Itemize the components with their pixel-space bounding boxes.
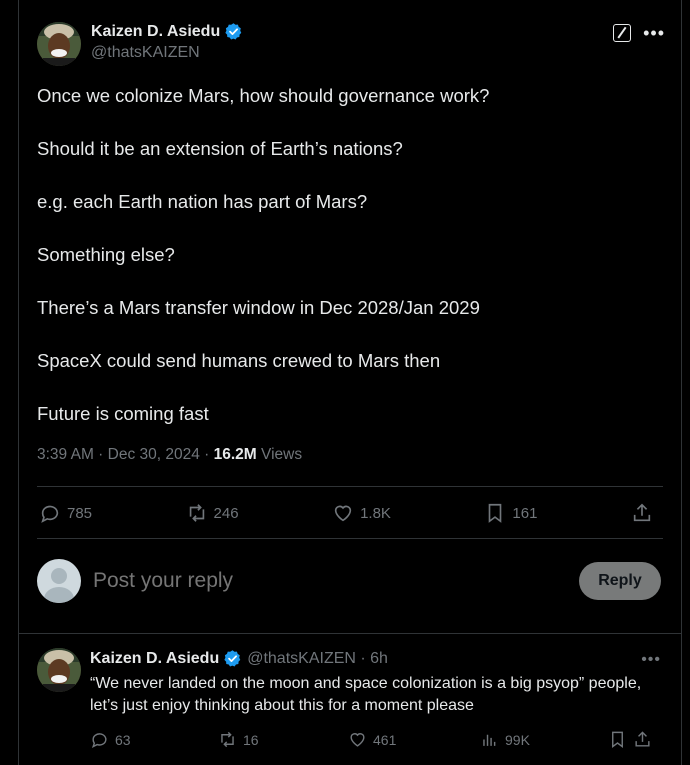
avatar-head-shape [51, 568, 67, 584]
avatar[interactable] [37, 648, 81, 692]
analytics-icon [483, 734, 496, 746]
share-action[interactable] [631, 502, 659, 524]
bookmark-icon [489, 503, 502, 523]
post-actions: 785 246 1.8K 161 [39, 500, 659, 526]
author-names: Kaizen D. Asiedu @thatsKAIZEN [91, 22, 243, 62]
verified-badge-icon [224, 650, 241, 667]
more-options-icon[interactable]: ••• [643, 24, 665, 42]
reply-input[interactable] [93, 569, 579, 593]
reply-button[interactable]: Reply [579, 562, 661, 600]
reply-action[interactable]: 785 [39, 502, 92, 524]
views-action[interactable]: 99K [480, 730, 608, 749]
post-paragraph: e.g. each Earth nation has part of Mars? [37, 191, 368, 212]
user-avatar [37, 559, 81, 603]
heart-icon [334, 505, 352, 522]
author-display-name[interactable]: Kaizen D. Asiedu [91, 23, 220, 41]
like-action[interactable]: 461 [348, 730, 480, 749]
like-count: 461 [373, 731, 397, 748]
divider [37, 538, 663, 539]
repost-action[interactable]: 16 [218, 730, 348, 749]
heart-icon [350, 733, 365, 747]
post-paragraph: SpaceX could send humans crewed to Mars … [37, 350, 441, 371]
reply-text: “We never landed on the moon and space c… [90, 675, 642, 714]
reply-post[interactable]: Kaizen D. Asiedu @thatsKAIZEN · 6h ••• “… [19, 634, 681, 765]
share-icon [635, 731, 650, 747]
reply-author-name[interactable]: Kaizen D. Asiedu [90, 650, 219, 668]
like-action[interactable]: 1.8K [332, 502, 391, 524]
post-paragraph: Once we colonize Mars, how should govern… [37, 85, 490, 106]
reply-header: Kaizen D. Asiedu @thatsKAIZEN · 6h [90, 649, 388, 668]
avatar[interactable] [37, 22, 81, 66]
views-count: 99K [505, 731, 530, 748]
reply-composer: Reply [37, 558, 661, 604]
post-meta: 3:39 AM · Dec 30, 2024 · 16.2M Views [37, 446, 302, 464]
views-label: Views [256, 446, 303, 463]
author-handle[interactable]: @thatsKAIZEN [91, 44, 243, 62]
avatar-image [37, 648, 81, 692]
views-count: 16.2M [213, 446, 257, 463]
repost-count: 246 [213, 504, 239, 522]
reply-action[interactable]: 63 [90, 730, 218, 749]
repost-count: 16 [243, 731, 259, 748]
divider [37, 486, 663, 487]
avatar-image [37, 22, 81, 66]
share-icon [633, 503, 651, 522]
post-text: Once we colonize Mars, how should govern… [37, 83, 667, 454]
avatar-body-shape [44, 587, 74, 603]
repost-icon [189, 504, 204, 522]
repost-action[interactable]: 246 [186, 502, 239, 524]
grok-icon[interactable] [613, 24, 632, 42]
more-options-icon[interactable]: ••• [641, 651, 661, 669]
share-action[interactable] [633, 730, 658, 749]
reply-author-handle[interactable]: @thatsKAIZEN · 6h [247, 650, 388, 668]
top-actions: ••• [613, 24, 665, 42]
reply-actions: 63 16 461 99K [90, 730, 661, 749]
bookmark-action[interactable] [608, 730, 633, 749]
repost-icon [221, 731, 234, 748]
verified-badge-icon [225, 23, 242, 40]
like-count: 1.8K [360, 504, 391, 522]
post-paragraph: Future is coming fast [37, 403, 209, 424]
post-timestamp[interactable]: 3:39 AM · Dec 30, 2024 · [37, 446, 214, 463]
reply-count: 785 [67, 504, 93, 522]
reply-count: 63 [115, 731, 131, 748]
post-paragraph: Should it be an extension of Earth’s nat… [37, 138, 403, 159]
post-paragraph: There’s a Mars transfer window in Dec 20… [37, 297, 480, 318]
author-name[interactable]: Kaizen D. Asiedu [91, 22, 243, 41]
reply-icon [41, 505, 59, 523]
bookmark-icon [612, 731, 623, 749]
reply-icon [91, 733, 107, 749]
bookmark-count: 161 [512, 504, 538, 522]
post-frame: Kaizen D. Asiedu @thatsKAIZEN ••• Once w… [18, 0, 682, 765]
bookmark-action[interactable]: 161 [484, 502, 537, 524]
post-paragraph: Something else? [37, 244, 175, 265]
author-row: Kaizen D. Asiedu @thatsKAIZEN [37, 22, 243, 66]
